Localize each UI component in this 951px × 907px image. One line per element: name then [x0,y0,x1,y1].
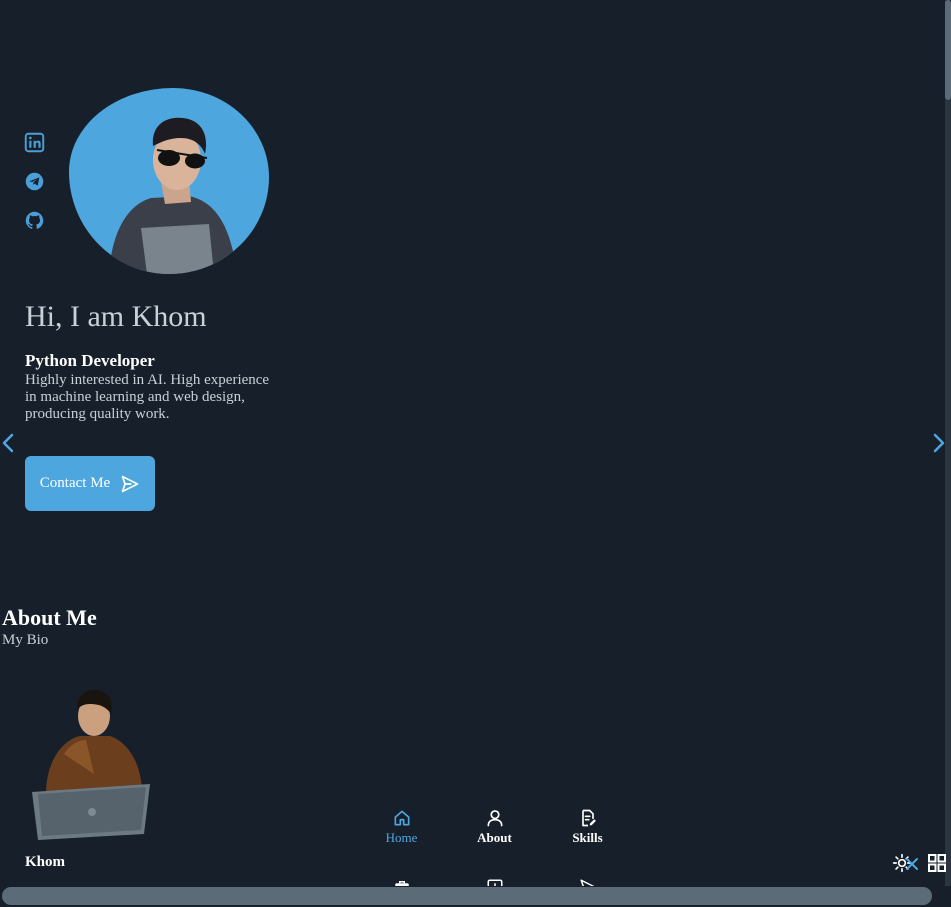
hero-subtitle: Python Developer [25,351,155,370]
user-icon [487,810,502,827]
linkedin-link[interactable] [24,132,45,153]
close-icon[interactable] [904,856,920,872]
nav-item-skills[interactable]: Skills [541,808,634,846]
nav-item-skills-label: Skills [572,830,603,845]
chevron-right-icon [933,433,945,453]
slider-next-button[interactable] [931,431,947,455]
nav-item-home-label: Home [385,830,418,845]
file-edit-icon [581,809,596,827]
github-icon [25,211,44,229]
brand-name: Khom [25,854,66,870]
linkedin-icon [24,132,45,153]
send-icon [121,475,139,492]
horizontal-scrollbar-thumb[interactable] [2,887,932,905]
about-title: About Me [2,605,97,630]
horizontal-scrollbar[interactable] [0,886,951,907]
contact-me-label: Contact Me [39,475,111,491]
telegram-icon [25,172,44,191]
grid-menu-icon[interactable] [928,854,946,872]
nav-item-home[interactable]: Home [355,808,448,846]
nav-item-about-label: About [477,830,512,845]
telegram-link[interactable] [24,171,45,192]
about-subtitle: My Bio [2,632,49,648]
about-image [24,684,154,844]
home-icon [394,810,409,826]
nav-item-about[interactable]: About [448,808,541,846]
page: Hi, I am Khom Python Developer Highly in… [0,0,951,907]
bottom-nav: Home About Skills [355,808,634,846]
github-link[interactable] [24,210,45,231]
vertical-scrollbar-thumb[interactable] [945,0,951,100]
chevron-left-icon [2,433,14,453]
hero-description: Highly interested in AI. High experience… [25,372,270,422]
contact-me-button[interactable]: Contact Me [25,456,155,511]
slider-prev-button[interactable] [0,431,16,455]
social-links [24,132,45,231]
profile-image [69,88,269,274]
hero-title: Hi, I am Khom [25,300,207,333]
